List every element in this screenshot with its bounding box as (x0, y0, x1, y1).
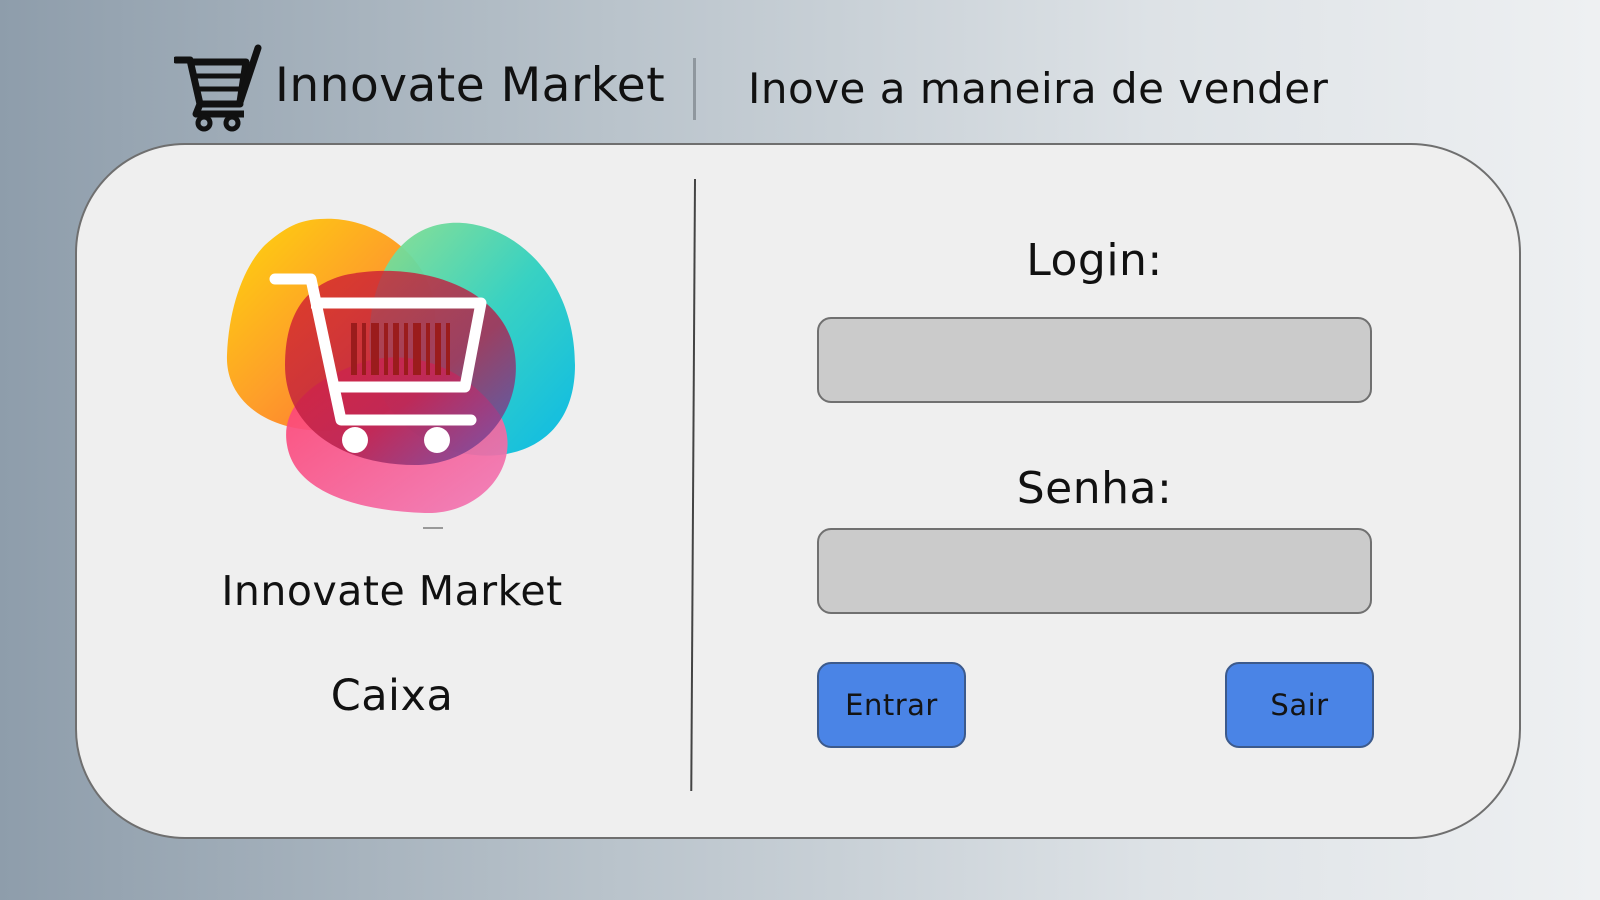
entrar-button[interactable]: Entrar (817, 662, 966, 748)
tagline: Inove a maneira de vender (748, 64, 1329, 113)
login-card: Innovate Market Caixa Login: Senha: Entr… (75, 143, 1521, 839)
senha-input[interactable] (817, 528, 1372, 614)
store-name: Innovate Market (221, 567, 563, 615)
login-label: Login: (1026, 235, 1163, 286)
shopping-cart-icon (174, 44, 262, 132)
senha-label: Senha: (1016, 463, 1173, 514)
brand-title: Innovate Market (275, 58, 666, 113)
barcode-shopping-cart-logo (226, 218, 575, 514)
card-divider (690, 178, 696, 791)
sair-button[interactable]: Sair (1225, 662, 1374, 748)
login-input[interactable] (817, 317, 1372, 403)
logo-underline (423, 527, 443, 529)
mode-label: Caixa (330, 671, 454, 721)
header-divider (693, 58, 696, 120)
